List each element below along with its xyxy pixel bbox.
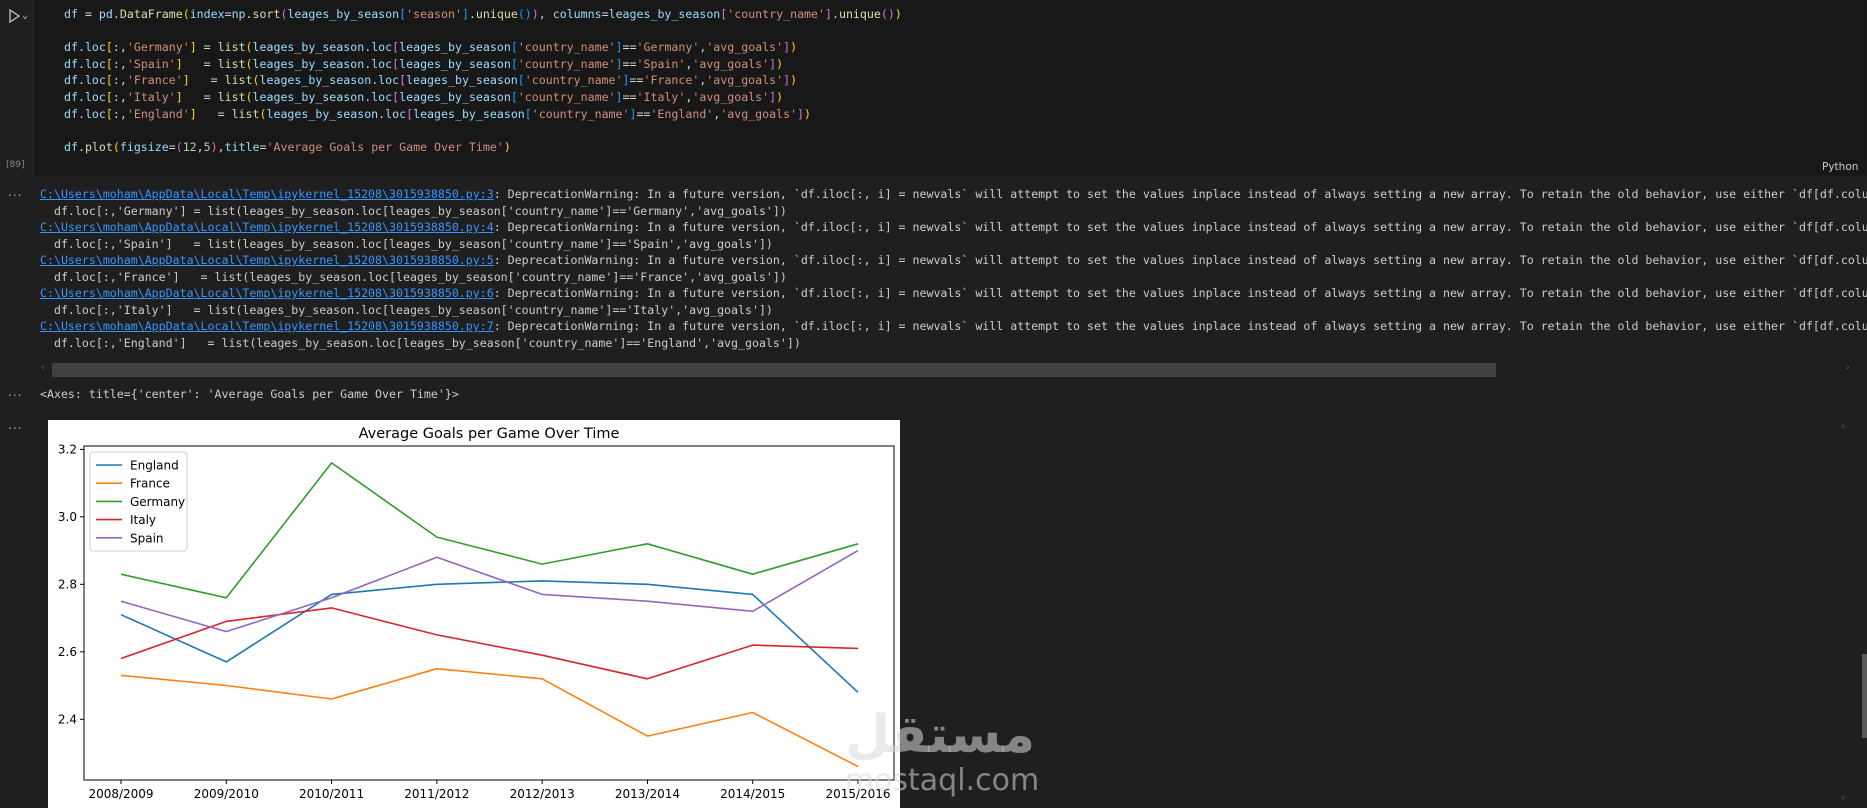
code-line: df.loc[:,'Spain'] = list(leages_by_seaso… (64, 56, 784, 71)
code-line: df.loc[:,'England'] = list(leages_by_sea… (64, 106, 812, 121)
x-tick-label: 2012/2013 (510, 787, 575, 801)
language-label[interactable]: Python (1822, 161, 1858, 173)
legend-label: Spain (130, 531, 164, 545)
warning-code: df.loc[:,'Italy'] = list(leages_by_seaso… (40, 302, 773, 317)
warning-line: C:\Users\moham\AppData\Local\Temp\ipyker… (40, 252, 1867, 268)
chevron-down-icon[interactable]: ⌄ (22, 10, 28, 21)
warning-message: : DeprecationWarning: In a future versio… (493, 319, 1867, 333)
x-tick-label: 2013/2014 (615, 787, 680, 801)
y-tick-label: 2.4 (58, 712, 77, 726)
output-menu-icon[interactable]: ... (8, 418, 22, 432)
code-line: df = pd.DataFrame(index=np.sort(leages_b… (64, 7, 902, 21)
output-menu-icon[interactable]: ... (8, 385, 22, 399)
y-tick-label: 3.0 (58, 510, 77, 524)
scroll-right-icon[interactable]: › (1845, 363, 1850, 373)
warning-line: C:\Users\moham\AppData\Local\Temp\ipyker… (40, 318, 1867, 334)
scroll-up-icon[interactable]: ⌃ (1840, 424, 1846, 435)
legend-label: England (130, 459, 179, 473)
warning-code: df.loc[:,'Germany'] = list(leages_by_sea… (40, 203, 787, 218)
output-menu-icon[interactable]: ... (8, 185, 22, 199)
horizontal-scrollbar-thumb[interactable] (52, 363, 1496, 377)
warning-code: df.loc[:,'England'] = list(leages_by_sea… (40, 335, 801, 350)
scroll-left-icon[interactable]: ‹ (40, 363, 45, 373)
x-tick-label: 2011/2012 (404, 787, 469, 801)
legend-label: Italy (130, 513, 156, 527)
warning-file-link[interactable]: C:\Users\moham\AppData\Local\Temp\ipyker… (40, 286, 494, 300)
code-line: df.plot(figsize=(12,5),title='Average Go… (64, 139, 511, 154)
series-line-france (120, 667, 859, 768)
series-line-italy (120, 607, 859, 680)
warning-line: C:\Users\moham\AppData\Local\Temp\ipyker… (40, 219, 1867, 235)
series-line-england (120, 580, 859, 693)
x-tick-label: 2008/2009 (88, 787, 153, 801)
axes-repr-text: <Axes: title={'center': 'Average Goals p… (40, 387, 459, 401)
chart-title: Average Goals per Game Over Time (359, 426, 620, 442)
code-editor[interactable]: df = pd.DataFrame(index=np.sort(leages_b… (33, 0, 1866, 176)
x-tick-label: 2010/2011 (299, 787, 364, 801)
warning-file-link[interactable]: C:\Users\moham\AppData\Local\Temp\ipyker… (40, 187, 494, 201)
code-line: df.loc[:,'Italy'] = list(leages_by_seaso… (64, 90, 784, 104)
play-icon[interactable] (6, 8, 22, 24)
line-chart: Average Goals per Game Over Time 2.4 2.6 2.… (58, 426, 895, 801)
vertical-scrollbar-thumb[interactable] (1862, 654, 1867, 738)
warning-code: df.loc[:,'Spain'] = list(leages_by_seaso… (40, 236, 773, 251)
warning-message: : DeprecationWarning: In a future versio… (493, 286, 1867, 300)
warning-code: df.loc[:,'France'] = list(leages_by_seas… (40, 269, 787, 284)
warning-line: C:\Users\moham\AppData\Local\Temp\ipyker… (40, 285, 1867, 301)
warning-file-link[interactable]: C:\Users\moham\AppData\Local\Temp\ipyker… (40, 253, 494, 267)
warning-message: : DeprecationWarning: In a future versio… (493, 253, 1867, 267)
legend-label: Germany (130, 495, 185, 509)
x-tick-label: 2009/2010 (194, 787, 259, 801)
y-tick-label: 2.6 (58, 645, 77, 659)
y-tick-label: 2.8 (58, 577, 77, 591)
series-line-germany (120, 462, 859, 599)
plot-output: Average Goals per Game Over Time 2.4 2.6 2.… (48, 420, 900, 808)
code-line: df.loc[:,'Germany'] = list(leages_by_sea… (64, 40, 798, 55)
warning-line: C:\Users\moham\AppData\Local\Temp\ipyker… (40, 186, 1867, 202)
warning-file-link[interactable]: C:\Users\moham\AppData\Local\Temp\ipyker… (40, 220, 494, 234)
warning-file-link[interactable]: C:\Users\moham\AppData\Local\Temp\ipyker… (40, 319, 494, 333)
execution-count: [89] (6, 160, 25, 170)
warning-message: : DeprecationWarning: In a future versio… (493, 220, 1867, 234)
scroll-down-icon[interactable]: ⌄ (1840, 790, 1846, 801)
code-cell: ⌄ [89] df = pd.DataFrame(index=np.sort(l… (0, 0, 1867, 176)
y-tick-label: 3.2 (58, 442, 77, 456)
x-tick-label: 2014/2015 (720, 787, 785, 801)
x-tick-label: 2015/2016 (825, 787, 890, 801)
warning-message: : DeprecationWarning: In a future versio… (493, 187, 1867, 201)
legend-label: France (130, 477, 170, 491)
code-line: df.loc[:,'France'] = list(leages_by_seas… (64, 73, 798, 88)
